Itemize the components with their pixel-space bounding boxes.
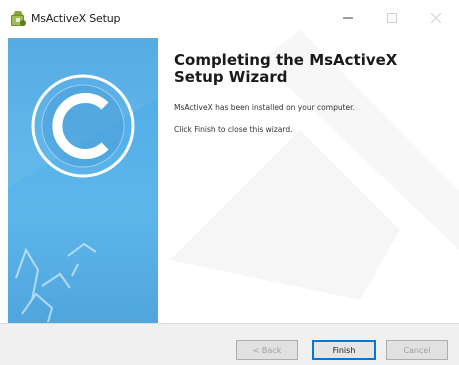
window-title: MsActiveX Setup bbox=[31, 12, 121, 25]
finish-instruction-text: Click Finish to close this wizard. bbox=[174, 125, 293, 134]
page-heading: Completing the MsActiveX Setup Wizard bbox=[174, 51, 398, 86]
cancel-button[interactable]: Cancel bbox=[386, 340, 448, 360]
title-bar[interactable]: MsActiveX Setup bbox=[0, 0, 459, 38]
back-button[interactable]: < Back bbox=[236, 340, 298, 360]
maximize-icon bbox=[387, 8, 397, 27]
install-status-text: MsActiveX has been installed on your com… bbox=[174, 103, 355, 112]
maximize-button[interactable] bbox=[370, 0, 414, 34]
close-icon bbox=[430, 8, 442, 27]
copyright-logo-icon bbox=[31, 74, 135, 178]
installer-app-icon bbox=[8, 9, 28, 29]
decorative-lines bbox=[15, 242, 97, 323]
minimize-icon bbox=[343, 8, 353, 27]
wizard-banner bbox=[8, 38, 158, 323]
minimize-button[interactable] bbox=[326, 0, 370, 34]
close-button[interactable] bbox=[414, 0, 458, 34]
finish-button[interactable]: Finish bbox=[312, 340, 376, 360]
setup-window: MsActiveX Setup Completing the MsActiveX… bbox=[0, 0, 459, 365]
